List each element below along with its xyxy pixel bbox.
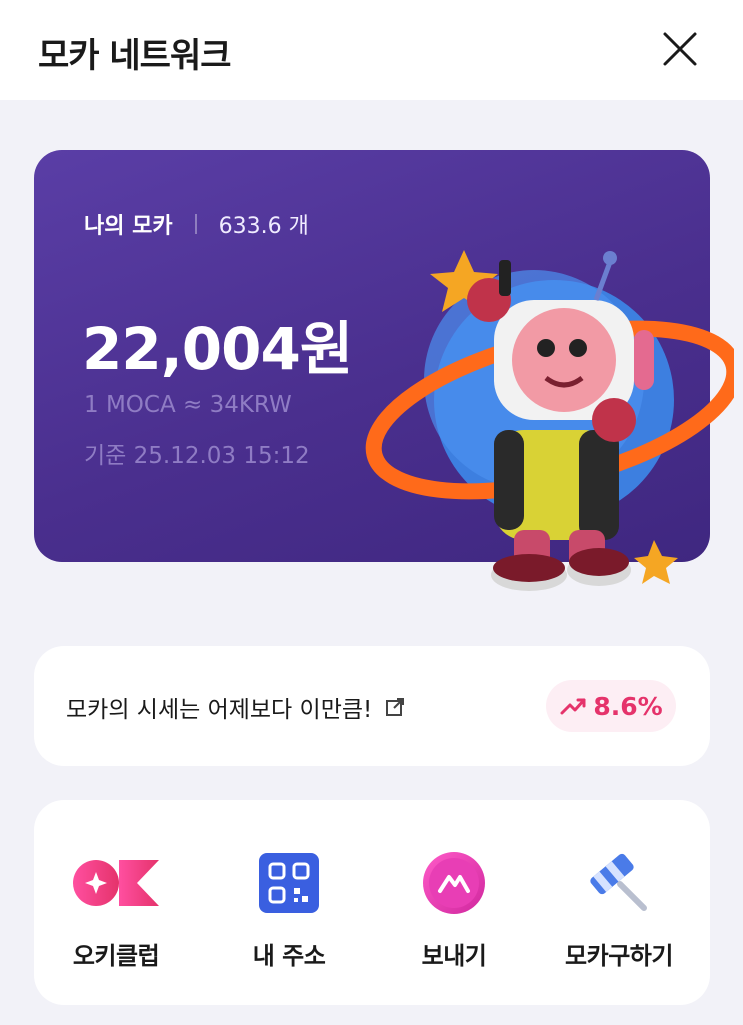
- ok-club-icon: [71, 848, 161, 918]
- exchange-rate: 1 MOCA ≈ 34KRW: [84, 392, 292, 418]
- balance-amount: 22,004원: [82, 315, 353, 383]
- menu-my-address[interactable]: 내 주소: [209, 848, 369, 978]
- rate-timestamp: 기준 25.12.03 15:12: [84, 443, 310, 469]
- menu-label: 모카구하기: [565, 942, 673, 970]
- page-title: 모카 네트워크: [38, 36, 232, 76]
- price-change-card[interactable]: 모카의 시세는 어제보다 이만큼! 8.6%: [34, 646, 710, 766]
- balance-header: 나의 모카 633.6 개: [84, 208, 309, 240]
- send-moca-icon: [409, 848, 499, 918]
- menu-send[interactable]: 보내기: [374, 848, 534, 978]
- divider: [194, 214, 197, 234]
- menu-ok-club[interactable]: 오키클럽: [36, 848, 196, 978]
- external-link-icon: [386, 698, 405, 716]
- balance-count: 633.6 개: [218, 214, 309, 239]
- price-change-badge: 8.6%: [546, 680, 676, 732]
- menu-get-moca[interactable]: 모카구하기: [539, 848, 699, 978]
- qr-code-icon: [244, 848, 334, 918]
- close-icon: [663, 32, 697, 66]
- menu-label: 보내기: [421, 942, 487, 970]
- menu-label: 내 주소: [252, 942, 326, 970]
- header-bar: 모카 네트워크: [0, 0, 743, 100]
- hammer-icon: [574, 848, 664, 918]
- balance-card: 나의 모카 633.6 개 22,004원 1 MOCA ≈ 34KRW 기준 …: [34, 150, 734, 591]
- price-change-value: 8.6%: [593, 691, 663, 721]
- price-change-text: 모카의 시세는 어제보다 이만큼!: [66, 697, 373, 723]
- price-change-link[interactable]: 모카의 시세는 어제보다 이만큼!: [66, 690, 406, 724]
- quick-menu-card: 오키클럽 내 주소 보내기 모카구하기: [34, 800, 710, 1005]
- trend-up-icon: [560, 698, 586, 715]
- menu-label: 오키클럽: [72, 942, 160, 970]
- close-button[interactable]: [655, 24, 705, 74]
- moca-mascot-illustration: [365, 250, 734, 591]
- balance-label: 나의 모카: [84, 214, 173, 239]
